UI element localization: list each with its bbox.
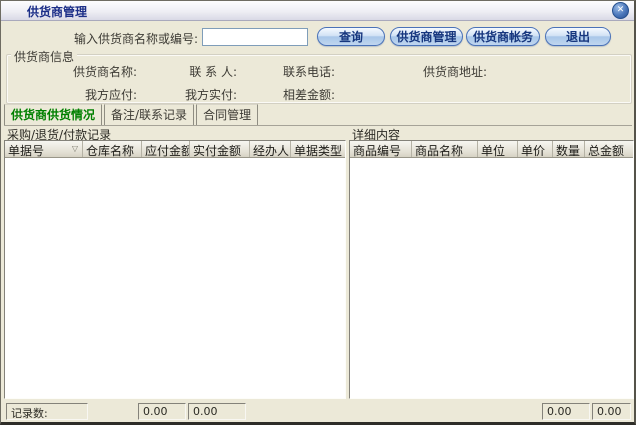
supplier-name-label: 供货商名称: — [25, 63, 137, 80]
records-panel: 采购/退货/付款记录 单据号 ▽ 仓库名称 应付金额 实付金额 经办人 单据类型 — [4, 126, 346, 420]
record-count-box: 记录数: — [6, 403, 88, 420]
tab-notes-contacts[interactable]: 备注/联系记录 — [104, 104, 194, 125]
col-paid[interactable]: 实付金额 — [190, 141, 250, 157]
payable-total-box: 0.00 — [138, 403, 186, 420]
detail-grid[interactable]: 商品编号 商品名称 单位 单价 数量 总金额 — [349, 140, 634, 399]
supplier-address-label: 供货商地址: — [381, 63, 487, 80]
detail-status-row: 0.00 0.00 — [349, 403, 634, 420]
supplier-manage-button[interactable]: 供货商管理 — [390, 27, 463, 46]
amount-total-box: 0.00 — [592, 403, 631, 420]
tab-bar: 供货商供货情况 备注/联系记录 合同管理 — [4, 108, 632, 126]
col-unit-price[interactable]: 单价 — [518, 141, 553, 157]
records-grid[interactable]: 单据号 ▽ 仓库名称 应付金额 实付金额 经办人 单据类型 — [4, 140, 346, 399]
detail-panel: 详细内容 商品编号 商品名称 单位 单价 数量 总金额 0.00 0.00 — [349, 126, 634, 420]
client-area: 输入供货商名称或编号: 查询 供货商管理 供货商帐务 退出 供货商信息 供货商名… — [2, 22, 634, 422]
col-handler[interactable]: 经办人 — [250, 141, 291, 157]
supplier-account-button[interactable]: 供货商帐务 — [466, 27, 540, 46]
records-grid-body[interactable] — [5, 158, 345, 398]
close-icon[interactable]: ✕ — [612, 2, 629, 19]
difference-label: 相差金额: — [247, 86, 335, 103]
query-button[interactable]: 查询 — [317, 27, 385, 46]
exit-button[interactable]: 退出 — [545, 27, 611, 46]
tab-contract-manage[interactable]: 合同管理 — [196, 104, 258, 125]
col-payable[interactable]: 应付金额 — [142, 141, 190, 157]
our-payable-label: 我方应付: — [25, 86, 137, 103]
col-document-no[interactable]: 单据号 ▽ — [5, 141, 83, 157]
window-title: 供货商管理 — [27, 3, 87, 20]
tab-supply-status[interactable]: 供货商供货情况 — [4, 104, 102, 125]
col-document-no-label: 单据号 — [8, 144, 44, 157]
our-paid-label: 我方实付: — [139, 86, 237, 103]
col-total-amount[interactable]: 总金额 — [585, 141, 633, 157]
supplier-management-window: 供货商管理 ✕ 输入供货商名称或编号: 查询 供货商管理 供货商帐务 退出 供货… — [0, 0, 636, 425]
contact-person-label: 联 系 人: — [139, 63, 237, 80]
records-caption: 采购/退货/付款记录 — [7, 126, 111, 140]
detail-grid-header: 商品编号 商品名称 单位 单价 数量 总金额 — [350, 141, 633, 158]
paid-total-box: 0.00 — [188, 403, 246, 420]
quantity-total-box: 0.00 — [542, 403, 590, 420]
col-unit[interactable]: 单位 — [478, 141, 518, 157]
tab-content: 采购/退货/付款记录 单据号 ▽ 仓库名称 应付金额 实付金额 经办人 单据类型 — [2, 126, 634, 420]
detail-grid-body[interactable] — [350, 158, 633, 398]
records-grid-header: 单据号 ▽ 仓库名称 应付金额 实付金额 经办人 单据类型 — [5, 141, 345, 158]
col-doc-type[interactable]: 单据类型 — [291, 141, 345, 157]
toolbar: 输入供货商名称或编号: 查询 供货商管理 供货商帐务 退出 — [2, 27, 634, 47]
col-product-name[interactable]: 商品名称 — [412, 141, 478, 157]
col-quantity[interactable]: 数量 — [553, 141, 585, 157]
supplier-search-input[interactable] — [202, 28, 308, 46]
title-bar: 供货商管理 ✕ — [1, 1, 634, 21]
col-product-no[interactable]: 商品编号 — [350, 141, 412, 157]
records-status-row: 记录数: 0.00 0.00 — [4, 403, 346, 420]
detail-caption: 详细内容 — [352, 126, 400, 140]
supplier-info-group: 供货商信息 供货商名称: 联 系 人: 联系电话: 供货商地址: 我方应付: 我… — [6, 54, 632, 104]
contact-phone-label: 联系电话: — [247, 63, 335, 80]
sort-down-icon[interactable]: ▽ — [72, 144, 78, 153]
col-warehouse[interactable]: 仓库名称 — [83, 141, 142, 157]
search-label: 输入供货商名称或编号: — [2, 30, 198, 47]
